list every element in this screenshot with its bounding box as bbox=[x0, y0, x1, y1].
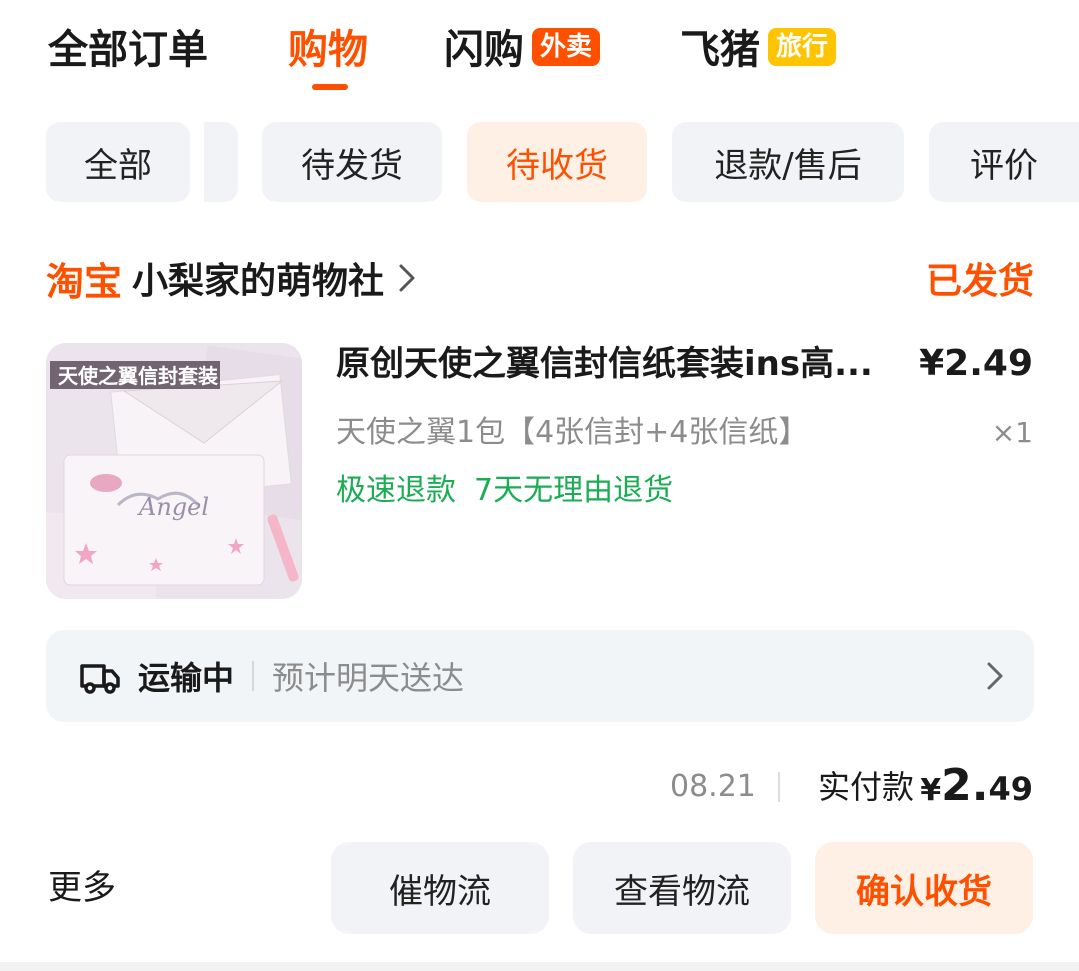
urge-logistics-button[interactable]: 催物流 bbox=[331, 842, 549, 934]
filter-pending-shipment[interactable]: 待发货 bbox=[262, 122, 442, 202]
chevron-right-icon bbox=[986, 661, 1004, 691]
paid-amount-decimal: 49 bbox=[988, 770, 1033, 808]
taobao-logo: 淘宝 bbox=[46, 259, 123, 304]
service-tag-7day-return: 7天无理由退货 bbox=[474, 473, 674, 508]
logistics-eta: 预计明天送达 bbox=[272, 659, 465, 697]
tab-all-orders[interactable]: 全部订单 bbox=[48, 22, 208, 78]
view-logistics-button[interactable]: 查看物流 bbox=[573, 842, 791, 934]
order-category-tabs: 全部订单 购物 闪购 外卖 飞猪 旅行 bbox=[0, 0, 1079, 110]
tab-fliggy-label: 飞猪 bbox=[680, 27, 760, 73]
shop-header[interactable]: 淘宝 小梨家的萌物社 已发货 bbox=[46, 250, 1034, 306]
takeout-badge: 外卖 bbox=[532, 28, 601, 66]
filter-refund-aftersale[interactable]: 退款/售后 bbox=[672, 122, 904, 202]
product-price: ¥2.49 bbox=[919, 343, 1033, 384]
order-status: 已发货 bbox=[925, 261, 1034, 302]
order-date: 08.21 bbox=[670, 769, 756, 804]
filter-chip-partial bbox=[204, 122, 238, 202]
chevron-right-icon bbox=[398, 263, 416, 293]
service-tags: 极速退款 7天无理由退货 bbox=[336, 468, 691, 514]
paid-amount-integer: 2. bbox=[941, 760, 989, 811]
product-image[interactable]: Angel 天使之翼信封套装 bbox=[46, 343, 302, 599]
paid-amount-currency: ¥ bbox=[920, 773, 942, 808]
svg-text:Angel: Angel bbox=[137, 493, 209, 521]
service-tag-fast-refund: 极速退款 bbox=[336, 473, 456, 508]
active-tab-indicator bbox=[312, 84, 348, 90]
product-quantity: ×1 bbox=[991, 416, 1033, 449]
travel-badge: 旅行 bbox=[768, 28, 837, 66]
filter-pending-receipt[interactable]: 待收货 bbox=[467, 122, 647, 202]
shop-name[interactable]: 小梨家的萌物社 bbox=[132, 252, 384, 304]
more-button[interactable]: 更多 bbox=[48, 862, 116, 914]
product-sku: 天使之翼1包【4张信封+4张信纸】 bbox=[336, 415, 809, 450]
truck-icon bbox=[78, 654, 122, 698]
paid-amount: ¥2.49 bbox=[920, 756, 1033, 816]
logistics-divider bbox=[252, 661, 255, 691]
filter-review[interactable]: 评价 bbox=[929, 122, 1079, 202]
tab-fliggy[interactable]: 飞猪 旅行 bbox=[680, 22, 837, 78]
product-image-caption: 天使之翼信封套装 bbox=[58, 364, 218, 388]
bottom-divider bbox=[0, 962, 1079, 971]
product-title[interactable]: 原创天使之翼信封信纸套装ins高... bbox=[336, 338, 901, 390]
logistics-status: 运输中 bbox=[138, 659, 235, 697]
logistics-bar[interactable]: 运输中 预计明天送达 bbox=[46, 630, 1034, 722]
tab-flash-buy[interactable]: 闪购 外卖 bbox=[444, 22, 601, 78]
filter-all[interactable]: 全部 bbox=[46, 122, 190, 202]
tab-flash-buy-label: 闪购 bbox=[444, 27, 524, 73]
paid-amount-label: 实付款 bbox=[818, 768, 915, 806]
tab-shopping[interactable]: 购物 bbox=[288, 22, 368, 78]
confirm-receipt-button[interactable]: 确认收货 bbox=[815, 842, 1033, 934]
payment-divider bbox=[778, 772, 780, 802]
